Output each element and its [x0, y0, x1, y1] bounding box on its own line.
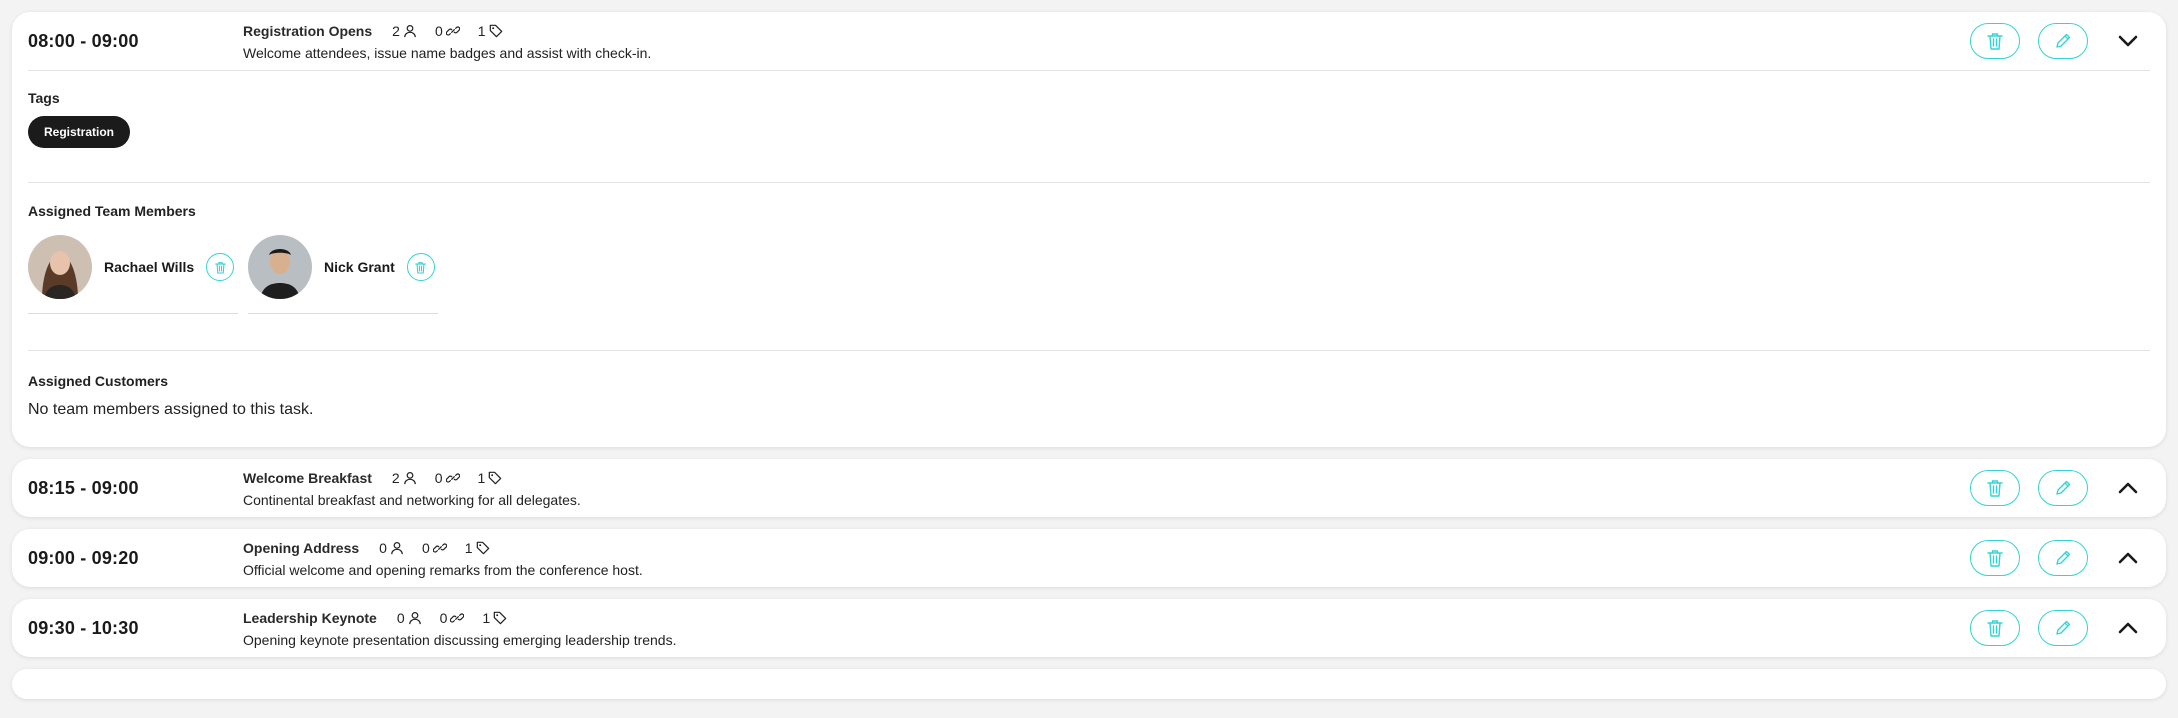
- link-icon: [432, 543, 447, 553]
- links-count: 0: [422, 540, 447, 556]
- trash-icon: [214, 261, 226, 274]
- task-time: 09:30 - 10:30: [28, 617, 139, 638]
- task-time: 08:00 - 09:00: [28, 30, 139, 51]
- task-title: Welcome Breakfast: [243, 470, 372, 486]
- tag-icon: [489, 24, 502, 38]
- members-count: 0: [379, 540, 404, 556]
- members-count: 2: [392, 470, 417, 486]
- edit-task-button[interactable]: [2038, 610, 2088, 646]
- task-card: 09:30 - 10:30 Leadership Keynote 0 0 1 O…: [12, 599, 2166, 657]
- task-description: Opening keynote presentation discussing …: [243, 632, 677, 648]
- tags-count: 1: [478, 23, 503, 39]
- team-title: Assigned Team Members: [28, 203, 196, 219]
- task-title: Opening Address: [243, 540, 360, 556]
- tag-chip[interactable]: Registration: [28, 116, 131, 148]
- chevron-up-icon: [2118, 552, 2138, 564]
- avatar: [248, 235, 312, 299]
- task-info: Opening Address 0 0 1 Official welcome a…: [243, 538, 1970, 578]
- links-count: 0: [435, 470, 460, 486]
- members-count: 2: [392, 23, 417, 39]
- tag-icon: [489, 471, 502, 485]
- task-info: Welcome Breakfast 2 0 1 Continental brea…: [243, 468, 1970, 508]
- expand-toggle[interactable]: [2106, 610, 2150, 646]
- tag-icon: [476, 541, 489, 555]
- person-icon: [391, 541, 403, 555]
- task-time: 09:00 - 09:20: [28, 547, 139, 568]
- members-count: 0: [397, 610, 422, 626]
- task-card: 09:00 - 09:20 Opening Address 0 0 1 Offi…: [12, 529, 2166, 587]
- task-title: Leadership Keynote: [243, 610, 377, 626]
- expand-toggle[interactable]: [2106, 540, 2150, 576]
- member-name: Rachael Wills: [104, 259, 195, 275]
- expand-toggle[interactable]: [2106, 470, 2150, 506]
- task-description: Official welcome and opening remarks fro…: [243, 562, 643, 578]
- edit-task-button[interactable]: [2038, 540, 2088, 576]
- trash-icon: [1987, 620, 2003, 637]
- tags-count: 1: [478, 470, 503, 486]
- links-count: 0: [440, 610, 465, 626]
- person-icon: [408, 611, 421, 625]
- task-header[interactable]: 09:00 - 09:20 Opening Address 0 0 1 Offi…: [12, 529, 2166, 587]
- avatar: [28, 235, 92, 299]
- task-card: 08:15 - 09:00 Welcome Breakfast 2 0 1 Co…: [12, 459, 2166, 517]
- team-section: Assigned Team Members Rachael Wills Nick…: [12, 183, 2166, 350]
- trash-icon: [415, 261, 427, 274]
- tags-title: Tags: [28, 90, 60, 106]
- tags-section: Tags Registration: [12, 71, 2166, 182]
- link-icon: [445, 26, 460, 36]
- task-description: Continental breakfast and networking for…: [243, 492, 581, 508]
- delete-task-button[interactable]: [1970, 540, 2020, 576]
- customers-title: Assigned Customers: [28, 373, 169, 389]
- tags-count: 1: [465, 540, 490, 556]
- customers-empty-text: No team members assigned to this task.: [28, 401, 314, 418]
- task-header[interactable]: 09:30 - 10:30 Leadership Keynote 0 0 1 O…: [12, 599, 2166, 657]
- task-header[interactable]: 08:00 - 09:00 Registration Opens 2 0 1 W…: [12, 12, 2166, 70]
- pencil-icon: [2056, 550, 2071, 565]
- trash-icon: [1987, 480, 2003, 497]
- customers-section: Assigned Customers No team members assig…: [12, 351, 2166, 447]
- edit-task-button[interactable]: [2038, 23, 2088, 59]
- team-member-card: Nick Grant: [248, 235, 438, 314]
- team-member-card: Rachael Wills: [28, 235, 238, 314]
- task-info: Registration Opens 2 0 1 Welcome attende…: [243, 21, 1970, 61]
- link-icon: [445, 473, 460, 483]
- task-header[interactable]: 08:15 - 09:00 Welcome Breakfast 2 0 1 Co…: [12, 459, 2166, 517]
- links-count: 0: [435, 23, 460, 39]
- delete-task-button[interactable]: [1970, 470, 2020, 506]
- member-name: Nick Grant: [324, 259, 395, 275]
- tag-icon: [493, 611, 507, 625]
- task-description: Welcome attendees, issue name badges and…: [243, 45, 652, 61]
- link-icon: [450, 613, 465, 623]
- remove-member-button[interactable]: [406, 253, 435, 281]
- person-icon: [403, 471, 416, 485]
- delete-task-button[interactable]: [1970, 23, 2020, 59]
- chevron-up-icon: [2118, 622, 2138, 634]
- task-time: 08:15 - 09:00: [28, 477, 139, 498]
- delete-task-button[interactable]: [1970, 610, 2020, 646]
- task-card-expanded: 08:00 - 09:00 Registration Opens 2 0 1 W…: [12, 12, 2166, 447]
- person-icon: [404, 24, 416, 38]
- pencil-icon: [2056, 620, 2071, 635]
- task-info: Leadership Keynote 0 0 1 Opening keynote…: [243, 608, 1970, 648]
- edit-task-button[interactable]: [2038, 470, 2088, 506]
- trash-icon: [1987, 550, 2003, 567]
- pencil-icon: [2056, 480, 2071, 495]
- tags-count: 1: [482, 610, 507, 626]
- remove-member-button[interactable]: [206, 253, 235, 281]
- task-title: Registration Opens: [243, 23, 373, 39]
- collapse-toggle[interactable]: [2106, 23, 2150, 59]
- task-card-partial: [12, 669, 2166, 699]
- trash-icon: [1987, 33, 2003, 50]
- schedule-page: 08:00 - 09:00 Registration Opens 2 0 1 W…: [0, 0, 2178, 718]
- pencil-icon: [2056, 33, 2071, 48]
- chevron-down-icon: [2118, 35, 2138, 47]
- chevron-up-icon: [2118, 482, 2138, 494]
